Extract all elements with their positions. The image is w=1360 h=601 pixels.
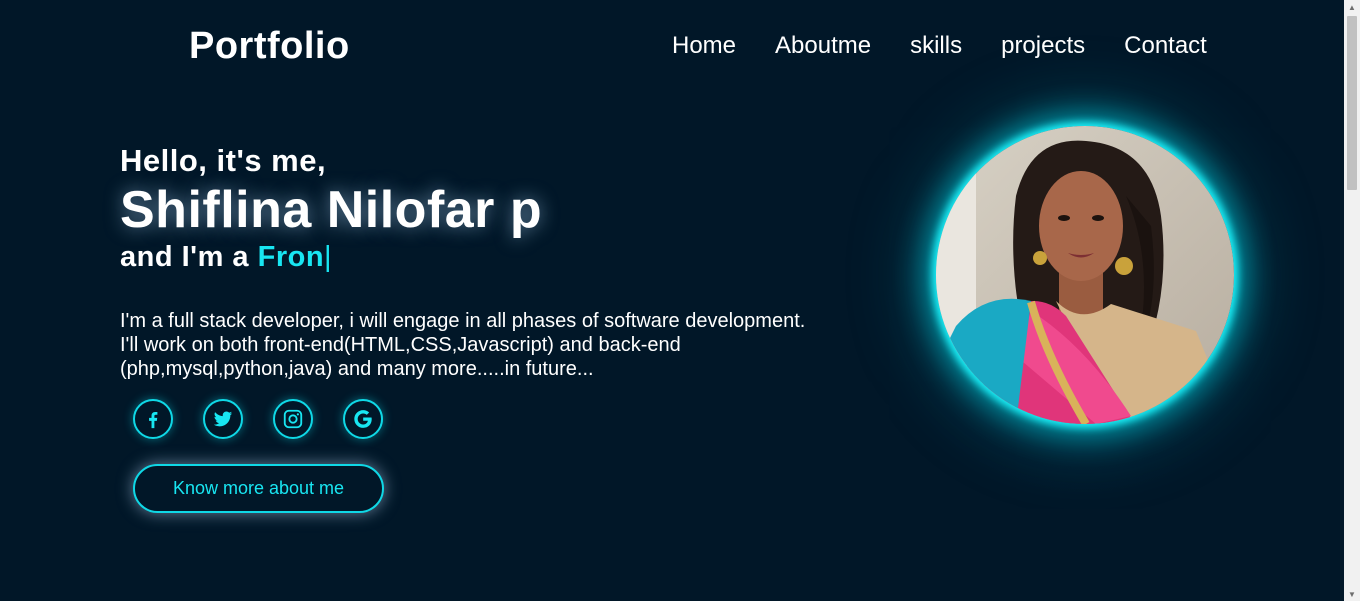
twitter-icon (213, 411, 233, 427)
twitter-link[interactable] (203, 399, 243, 439)
main-nav: Home Aboutme skills projects Contact (672, 32, 1207, 60)
hero-name: Shiflina Nilofar p (120, 181, 543, 239)
about-paragraph: I'm a full stack developer, i will engag… (120, 310, 806, 380)
instagram-link[interactable] (273, 399, 313, 439)
nav-projects[interactable]: projects (1001, 32, 1085, 60)
instagram-icon (283, 409, 303, 429)
know-more-button[interactable]: Know more about me (133, 464, 384, 513)
nav-skills[interactable]: skills (910, 32, 962, 60)
profile-photo (936, 126, 1234, 424)
scroll-down-arrow-icon[interactable]: ▼ (1344, 587, 1360, 601)
scroll-up-arrow-icon[interactable]: ▲ (1344, 0, 1360, 14)
role-line: and I'm a Fron| (120, 241, 332, 274)
page-scrollbar[interactable]: ▲ ▼ (1344, 0, 1360, 601)
portfolio-page: Portfolio Home Aboutme skills projects C… (0, 0, 1344, 601)
nav-home[interactable]: Home (672, 32, 736, 60)
facebook-link[interactable] (133, 399, 173, 439)
role-typed-text: Fron (257, 241, 325, 273)
greeting-text: Hello, it's me, (120, 143, 327, 178)
profile-photo-illustration (936, 126, 1234, 424)
typing-cursor: | (324, 241, 333, 273)
nav-contact[interactable]: Contact (1124, 32, 1207, 60)
google-icon (354, 410, 372, 428)
role-prefix: and I'm a (120, 241, 258, 273)
google-link[interactable] (343, 399, 383, 439)
facebook-icon (149, 411, 158, 429)
site-logo[interactable]: Portfolio (189, 25, 350, 68)
social-links (133, 399, 413, 439)
nav-aboutme[interactable]: Aboutme (775, 32, 871, 60)
scroll-thumb[interactable] (1347, 16, 1357, 190)
